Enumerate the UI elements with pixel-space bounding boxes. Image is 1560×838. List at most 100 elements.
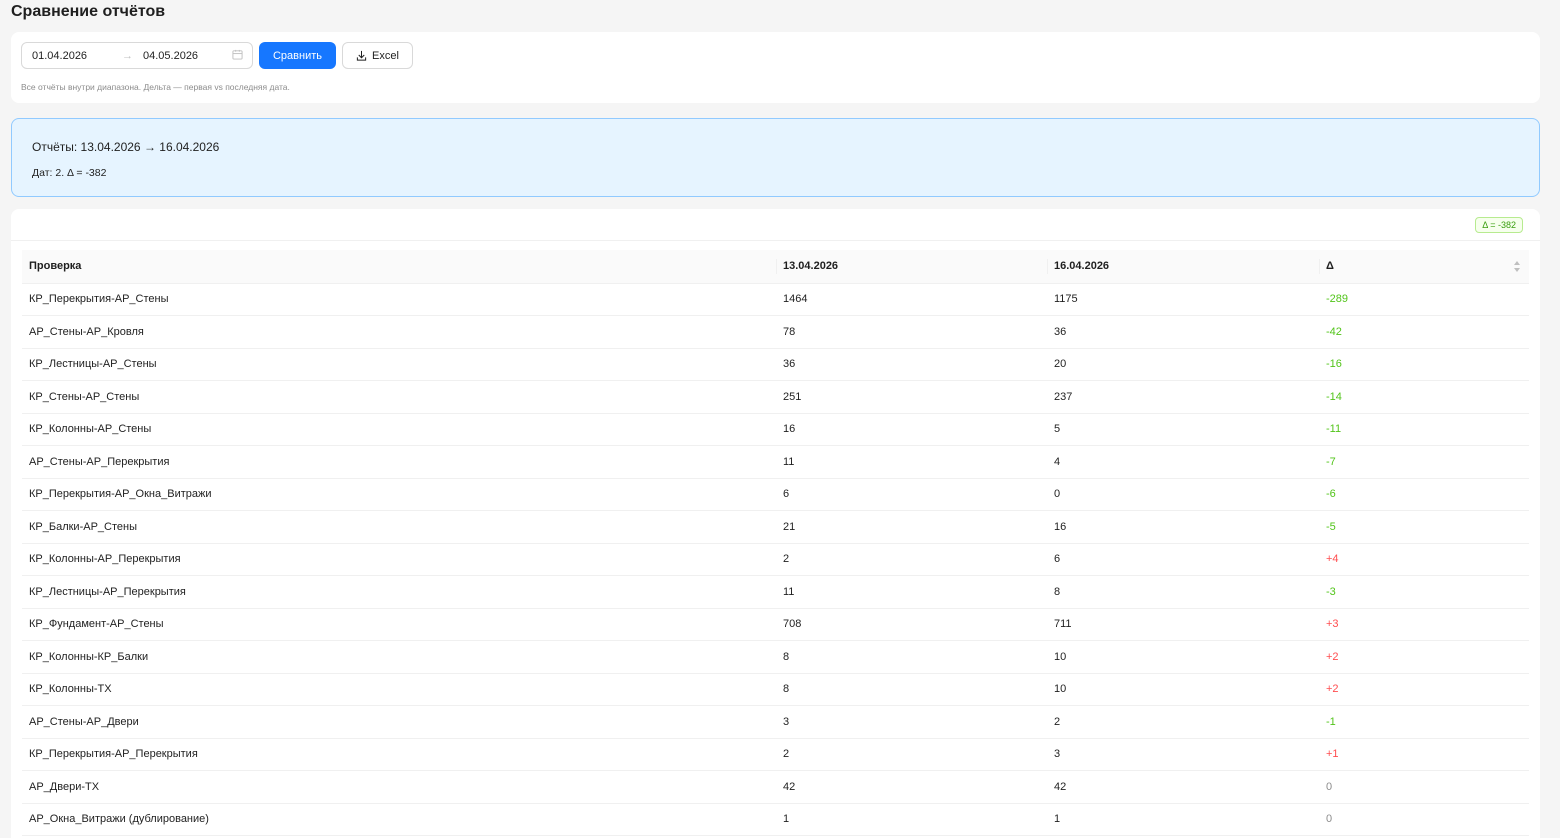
value-date-1-cell: 1 xyxy=(776,803,1047,836)
value-date-2-cell: 0 xyxy=(1047,478,1319,511)
table-row: КР_Лестницы-АР_Перекрытия 11 8 -3 xyxy=(22,575,1529,609)
delta-cell: -14 xyxy=(1319,380,1529,414)
range-hint: Все отчёты внутри диапазона. Дельта — пе… xyxy=(21,82,290,92)
table-row: АР_Стены-АР_Двери 3 2 -1 xyxy=(22,705,1529,739)
delta-cell: +2 xyxy=(1319,640,1529,674)
table-row: АР_Двери-ТХ 42 42 0 xyxy=(22,770,1529,804)
delta-cell: -1 xyxy=(1319,705,1529,739)
compare-button[interactable]: Сравнить xyxy=(259,42,336,69)
value-date-1-cell: 2 xyxy=(776,738,1047,771)
value-date-2-cell: 6 xyxy=(1047,543,1319,576)
table-header-row: Проверка 13.04.2026 16.04.2026 Δ xyxy=(22,250,1529,284)
check-name-cell: КР_Перекрытия-АР_Стены xyxy=(22,283,776,316)
check-name-cell: КР_Лестницы-АР_Перекрытия xyxy=(22,575,776,609)
delta-cell: -6 xyxy=(1319,478,1529,511)
delta-cell: -11 xyxy=(1319,413,1529,446)
value-date-1-cell: 36 xyxy=(776,348,1047,381)
reports-summary: Дат: 2. Δ = -382 xyxy=(32,167,107,179)
value-date-2-cell: 4 xyxy=(1047,445,1319,479)
check-name-cell: КР_Балки-АР_Стены xyxy=(22,510,776,544)
value-date-1-cell: 11 xyxy=(776,445,1047,479)
delta-cell: -289 xyxy=(1319,283,1529,316)
delta-cell: 0 xyxy=(1319,803,1529,836)
check-name-cell: АР_Стены-АР_Двери xyxy=(22,705,776,739)
table-row: АР_Окна_Витражи (дублирование) 1 1 0 xyxy=(22,803,1529,836)
table-row: КР_Перекрытия-АР_Окна_Витражи 6 0 -6 xyxy=(22,478,1529,511)
excel-label: Excel xyxy=(372,49,399,62)
column-header-date-1: 13.04.2026 xyxy=(776,250,1047,284)
check-name-cell: АР_Стены-АР_Кровля xyxy=(22,315,776,349)
value-date-2-cell: 8 xyxy=(1047,575,1319,609)
check-name-cell: КР_Стены-АР_Стены xyxy=(22,380,776,414)
table-row: КР_Колонны-АР_Стены 16 5 -11 xyxy=(22,413,1529,446)
value-date-2-cell: 2 xyxy=(1047,705,1319,739)
check-name-cell: АР_Двери-ТХ xyxy=(22,770,776,804)
delta-cell: -5 xyxy=(1319,510,1529,544)
comparison-table-card: Δ = -382 Проверка 13.04.2026 16.04.2026 … xyxy=(11,209,1540,838)
check-name-cell: КР_Перекрытия-АР_Окна_Витражи xyxy=(22,478,776,511)
check-name-cell: КР_Колонны-ТХ xyxy=(22,673,776,706)
check-name-cell: АР_Окна_Витражи (дублирование) xyxy=(22,803,776,836)
date-range-picker[interactable]: 01.04.2026 → 04.05.2026 xyxy=(21,42,253,69)
check-name-cell: КР_Перекрытия-АР_Перекрытия xyxy=(22,738,776,771)
table-row: КР_Колонны-КР_Балки 8 10 +2 xyxy=(22,640,1529,674)
info-alert: Отчёты: 13.04.2026 → 16.04.2026 Дат: 2. … xyxy=(11,118,1540,197)
calendar-icon[interactable] xyxy=(232,49,243,60)
value-date-1-cell: 251 xyxy=(776,380,1047,414)
delta-cell: -42 xyxy=(1319,315,1529,349)
delta-cell: +1 xyxy=(1319,738,1529,771)
date-from-input[interactable]: 01.04.2026 xyxy=(32,50,87,62)
value-date-2-cell: 42 xyxy=(1047,770,1319,804)
check-name-cell: КР_Лестницы-АР_Стены xyxy=(22,348,776,381)
check-name-cell: КР_Фундамент-АР_Стены xyxy=(22,608,776,641)
value-date-2-cell: 10 xyxy=(1047,640,1319,674)
total-delta-tag: Δ = -382 xyxy=(1475,217,1523,233)
value-date-2-cell: 237 xyxy=(1047,380,1319,414)
column-header-delta[interactable]: Δ xyxy=(1319,250,1529,284)
value-date-2-cell: 16 xyxy=(1047,510,1319,544)
filter-card: 01.04.2026 → 04.05.2026 Сравнить Excel В… xyxy=(11,32,1540,103)
value-date-1-cell: 11 xyxy=(776,575,1047,609)
value-date-1-cell: 16 xyxy=(776,413,1047,446)
value-date-2-cell: 3 xyxy=(1047,738,1319,771)
delta-cell: +2 xyxy=(1319,673,1529,706)
value-date-1-cell: 3 xyxy=(776,705,1047,739)
value-date-1-cell: 21 xyxy=(776,510,1047,544)
delta-cell: +4 xyxy=(1319,543,1529,576)
table-row: КР_Балки-АР_Стены 21 16 -5 xyxy=(22,510,1529,544)
delta-cell: -16 xyxy=(1319,348,1529,381)
check-name-cell: КР_Колонны-АР_Стены xyxy=(22,413,776,446)
delta-cell: -7 xyxy=(1319,445,1529,479)
table-row: АР_Стены-АР_Кровля 78 36 -42 xyxy=(22,315,1529,349)
value-date-2-cell: 1 xyxy=(1047,803,1319,836)
table-row: КР_Перекрытия-АР_Перекрытия 2 3 +1 xyxy=(22,738,1529,771)
table-row: КР_Колонны-ТХ 8 10 +2 xyxy=(22,673,1529,706)
value-date-1-cell: 6 xyxy=(776,478,1047,511)
table-row: КР_Лестницы-АР_Стены 36 20 -16 xyxy=(22,348,1529,381)
delta-cell: +3 xyxy=(1319,608,1529,641)
excel-export-button[interactable]: Excel xyxy=(342,42,413,69)
check-name-cell: АР_Стены-АР_Перекрытия xyxy=(22,445,776,479)
range-arrow: → xyxy=(122,49,133,62)
value-date-1-cell: 708 xyxy=(776,608,1047,641)
download-icon xyxy=(356,50,367,61)
value-date-2-cell: 10 xyxy=(1047,673,1319,706)
value-date-2-cell: 1175 xyxy=(1047,283,1319,316)
value-date-2-cell: 36 xyxy=(1047,315,1319,349)
column-header-date-2: 16.04.2026 xyxy=(1047,250,1319,284)
check-name-cell: КР_Колонны-АР_Перекрытия xyxy=(22,543,776,576)
value-date-2-cell: 711 xyxy=(1047,608,1319,641)
date-to-input[interactable]: 04.05.2026 xyxy=(143,50,198,62)
value-date-2-cell: 20 xyxy=(1047,348,1319,381)
table-row: КР_Фундамент-АР_Стены 708 711 +3 xyxy=(22,608,1529,641)
reports-range-title: Отчёты: 13.04.2026 → 16.04.2026 xyxy=(32,140,220,154)
column-header-check: Проверка xyxy=(22,250,776,284)
sort-icon[interactable] xyxy=(1513,260,1521,273)
table-row: КР_Колонны-АР_Перекрытия 2 6 +4 xyxy=(22,543,1529,576)
card-header: Δ = -382 xyxy=(11,209,1540,241)
value-date-2-cell: 5 xyxy=(1047,413,1319,446)
comparison-table: Проверка 13.04.2026 16.04.2026 Δ КР_Пере… xyxy=(22,250,1529,836)
value-date-1-cell: 8 xyxy=(776,640,1047,674)
check-name-cell: КР_Колонны-КР_Балки xyxy=(22,640,776,674)
delta-cell: 0 xyxy=(1319,770,1529,804)
